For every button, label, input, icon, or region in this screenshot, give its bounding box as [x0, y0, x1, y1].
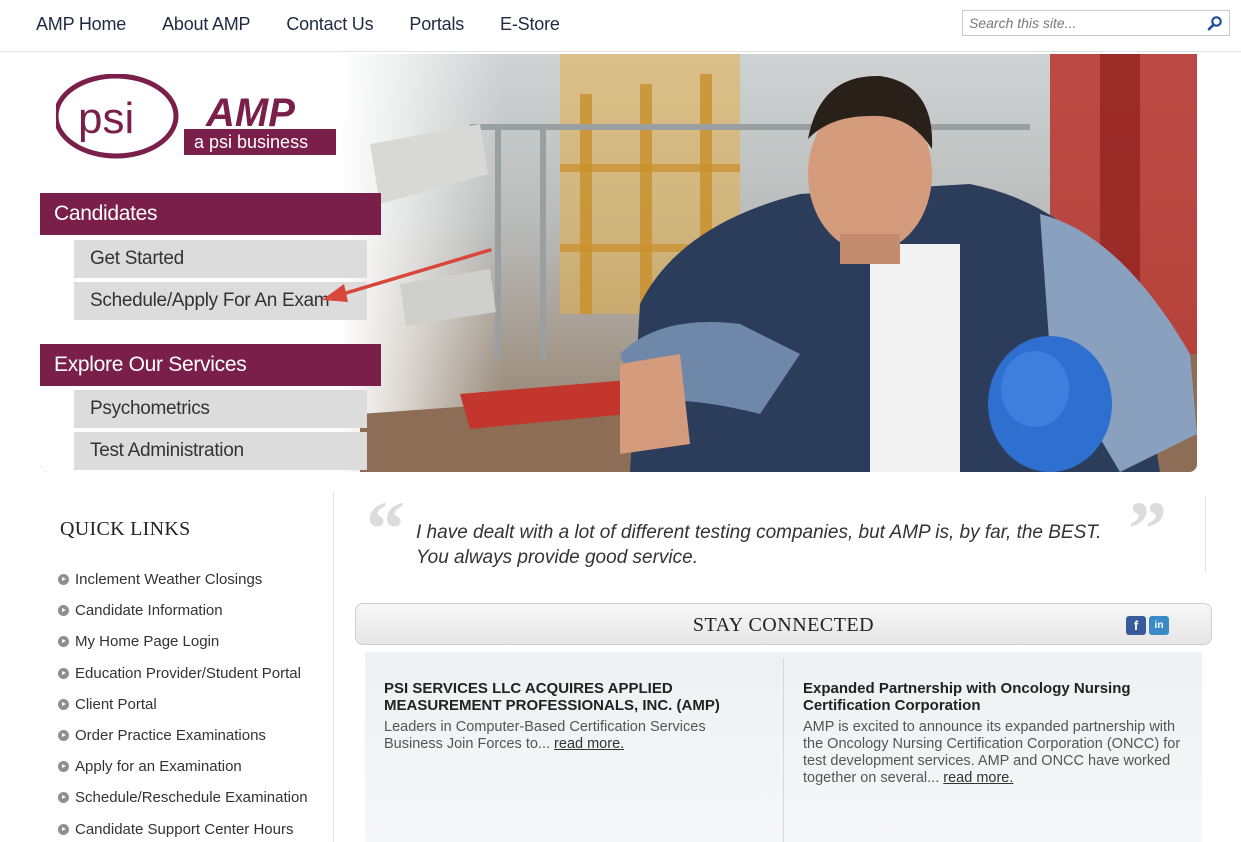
arrow-bullet-icon — [58, 574, 69, 586]
arrow-bullet-icon — [58, 698, 69, 710]
testimonial: “ I have dealt with a lot of different t… — [356, 490, 1206, 572]
news-body: Leaders in Computer-Based Certification … — [384, 719, 764, 753]
quick-link-item[interactable]: Candidate Support Center Hours — [58, 814, 308, 842]
quick-link-label: Order Practice Examinations — [75, 727, 266, 745]
search-input[interactable] — [963, 11, 1199, 35]
facebook-icon[interactable]: f — [1126, 616, 1146, 635]
annotation-arrow — [322, 248, 492, 302]
quick-link-label: Education Provider/Student Portal — [75, 664, 301, 682]
arrow-bullet-icon — [58, 761, 69, 773]
quick-link-label: Candidate Information — [75, 602, 223, 620]
quick-link-item[interactable]: Schedule/Reschedule Examination — [58, 782, 308, 813]
top-navigation: AMP Home About AMP Contact Us Portals E-… — [0, 0, 1241, 52]
quick-links-panel: QUICK LINKS Inclement Weather Closings C… — [40, 492, 334, 842]
psi-amp-logo[interactable]: psi AMP a psi business — [53, 73, 346, 164]
news-body-text: Leaders in Computer-Based Certification … — [384, 719, 706, 752]
logo-tagline: a psi business — [194, 132, 308, 152]
quick-link-item[interactable]: Candidate Information — [58, 595, 308, 626]
news-panel: PSI SERVICES LLC ACQUIRES APPLIED MEASUR… — [365, 652, 1202, 842]
read-more-link[interactable]: read more. — [554, 736, 624, 752]
nav-links: AMP Home About AMP Contact Us Portals E-… — [36, 14, 596, 35]
open-quote-icon: “ — [366, 485, 405, 572]
news-divider — [783, 658, 784, 842]
menu-heading-explore-services[interactable]: Explore Our Services — [40, 344, 381, 386]
quick-link-item[interactable]: Inclement Weather Closings — [58, 564, 308, 595]
search-icon — [1207, 16, 1222, 31]
arrow-bullet-icon — [58, 667, 69, 679]
nav-link-portals[interactable]: Portals — [409, 14, 464, 35]
menu-item-psychometrics[interactable]: Psychometrics — [74, 390, 367, 428]
news-title: Expanded Partnership with Oncology Nursi… — [803, 680, 1131, 714]
quick-link-label: Inclement Weather Closings — [75, 571, 263, 589]
arrow-bullet-icon — [58, 823, 69, 835]
arrow-bullet-icon — [58, 792, 69, 804]
testimonial-text: I have dealt with a lot of different tes… — [416, 522, 1102, 568]
quick-link-label: Apply for an Examination — [75, 758, 242, 776]
quick-link-item[interactable]: Apply for an Examination — [58, 751, 308, 782]
search-button[interactable] — [1201, 11, 1229, 35]
menu-item-test-administration[interactable]: Test Administration — [74, 432, 367, 470]
arrow-bullet-icon — [58, 605, 69, 617]
nav-link-contact-us[interactable]: Contact Us — [286, 14, 373, 35]
quick-links-heading: QUICK LINKS — [60, 518, 191, 540]
logo-amp-text: AMP — [205, 91, 295, 135]
quick-link-label: My Home Page Login — [75, 633, 220, 651]
news-article: Expanded Partnership with Oncology Nursi… — [803, 680, 1183, 787]
close-quote-icon: ” — [1128, 485, 1167, 572]
menu-heading-candidates[interactable]: Candidates — [40, 193, 381, 235]
quick-link-label: Schedule/Reschedule Examination — [75, 789, 308, 807]
quick-link-item[interactable]: Order Practice Examinations — [58, 720, 308, 751]
site-search — [962, 10, 1230, 36]
quick-link-label: Client Portal — [75, 695, 157, 713]
logo-psi-text: psi — [78, 94, 134, 143]
quick-link-item[interactable]: My Home Page Login — [58, 626, 308, 657]
news-title: PSI SERVICES LLC ACQUIRES APPLIED MEASUR… — [384, 680, 720, 714]
nav-link-amp-home[interactable]: AMP Home — [36, 14, 126, 35]
arrow-bullet-icon — [58, 730, 69, 742]
read-more-link[interactable]: read more. — [943, 770, 1013, 786]
quick-links-list: Inclement Weather Closings Candidate Inf… — [58, 564, 308, 842]
stay-connected-bar: STAY CONNECTED f in — [355, 603, 1212, 645]
stay-connected-title: STAY CONNECTED — [692, 614, 875, 636]
news-body: AMP is excited to announce its expanded … — [803, 719, 1183, 787]
linkedin-icon[interactable]: in — [1149, 616, 1169, 635]
quick-link-item[interactable]: Education Provider/Student Portal — [58, 658, 308, 689]
news-article: PSI SERVICES LLC ACQUIRES APPLIED MEASUR… — [384, 680, 764, 753]
quick-link-label: Candidate Support Center Hours — [75, 820, 294, 838]
nav-link-e-store[interactable]: E-Store — [500, 14, 560, 35]
logo-graphic: psi AMP a psi business — [53, 73, 336, 159]
quick-link-item[interactable]: Client Portal — [58, 689, 308, 720]
nav-link-about-amp[interactable]: About AMP — [162, 14, 250, 35]
arrow-bullet-icon — [58, 636, 69, 648]
